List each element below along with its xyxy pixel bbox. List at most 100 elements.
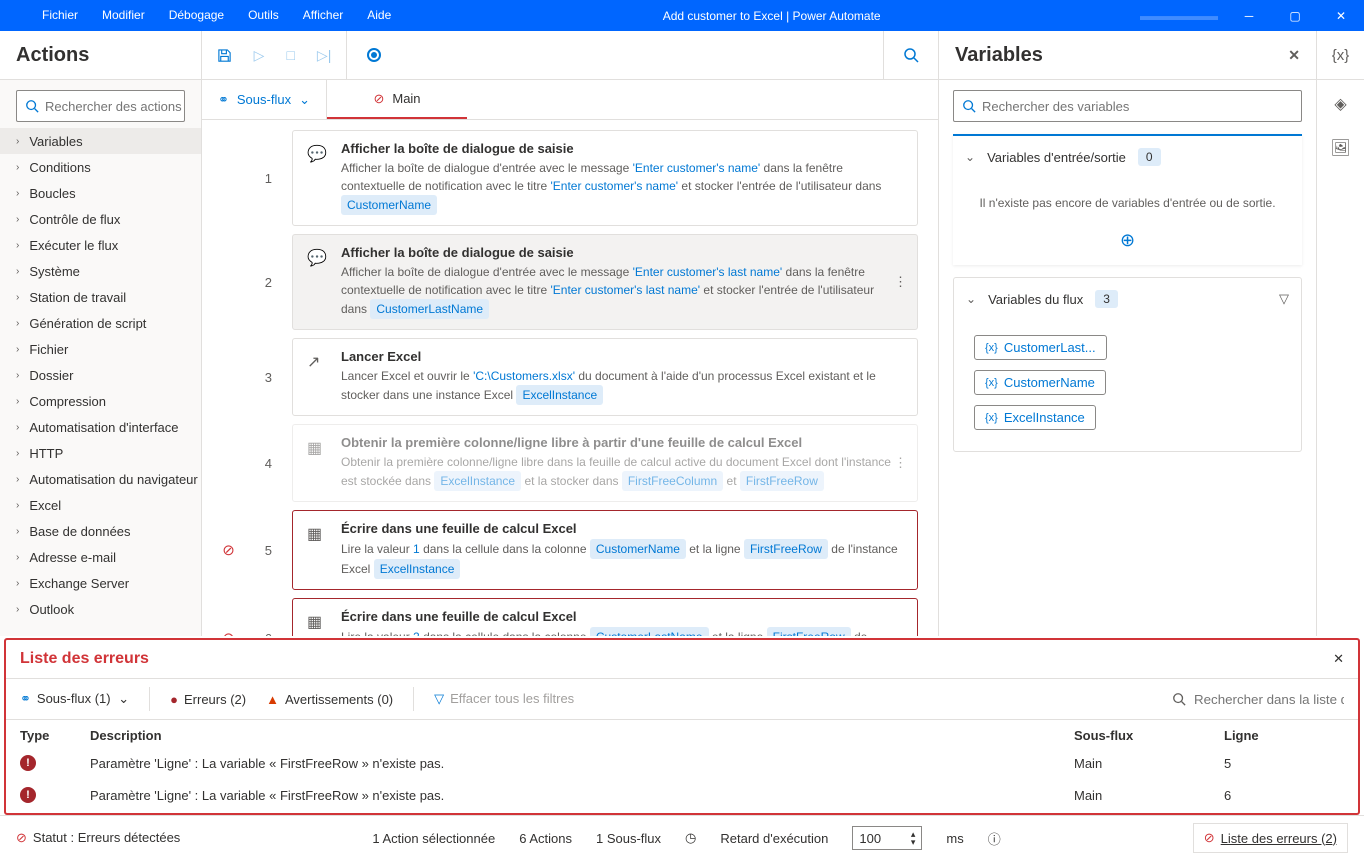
info-icon[interactable]: ⓘ: [988, 829, 1001, 848]
action-category[interactable]: ›HTTP: [0, 440, 201, 466]
action-category[interactable]: ›Génération de script: [0, 310, 201, 336]
close-errors-icon[interactable]: ✕: [1333, 651, 1344, 667]
chevron-right-icon: ›: [16, 448, 19, 459]
step-type-icon: ▦: [307, 521, 327, 579]
chevron-right-icon: ›: [16, 266, 19, 277]
col-line: Ligne: [1224, 728, 1344, 743]
subflows-label: Sous-flux: [237, 92, 291, 107]
actions-search-input[interactable]: [45, 99, 202, 114]
action-category[interactable]: ›Exécuter le flux: [0, 232, 201, 258]
main-menu: FichierModifierDébogageOutilsAfficherAid…: [0, 0, 403, 31]
subflows-filter[interactable]: ⚭Sous-flux (1) ⌄: [20, 691, 129, 707]
flow-step[interactable]: ▦Écrire dans une feuille de calcul Excel…: [292, 598, 918, 636]
more-icon[interactable]: ⋮: [894, 274, 907, 290]
chevron-right-icon: ›: [16, 240, 19, 251]
flow-step[interactable]: 💬Afficher la boîte de dialogue de saisie…: [292, 234, 918, 330]
error-search-input[interactable]: [1194, 692, 1344, 707]
var-icon: {x}: [985, 377, 998, 389]
layers-icon[interactable]: ◈: [1334, 94, 1346, 114]
flow-step[interactable]: ↗Lancer ExcelLancer Excel et ouvrir le '…: [292, 338, 918, 416]
io-variables-section: ⌄ Variables d'entrée/sortie 0 Il n'exist…: [953, 134, 1302, 265]
minimize-button[interactable]: ─: [1226, 0, 1272, 31]
col-description: Description: [90, 728, 1074, 743]
action-category[interactable]: ›Exchange Server: [0, 570, 201, 596]
error-list-link[interactable]: ⊘ Liste des erreurs (2): [1193, 823, 1348, 853]
menu-débogage[interactable]: Débogage: [157, 0, 236, 31]
error-row[interactable]: !Paramètre 'Ligne' : La variable « First…: [6, 779, 1358, 811]
action-category[interactable]: ›Système: [0, 258, 201, 284]
rail-vars-icon[interactable]: {x}: [1316, 31, 1364, 79]
flow-step[interactable]: 💬Afficher la boîte de dialogue de saisie…: [292, 130, 918, 226]
search-icon: [25, 99, 39, 113]
run-controls: ▷ □ ▷|: [202, 31, 347, 79]
search-icon: [1172, 692, 1186, 706]
step-number: 2: [265, 275, 272, 290]
close-button[interactable]: ✕: [1318, 0, 1364, 31]
action-category[interactable]: ›Fichier: [0, 336, 201, 362]
chevron-right-icon: ›: [16, 552, 19, 563]
flow-step[interactable]: ▦Écrire dans une feuille de calcul Excel…: [292, 510, 918, 590]
save-icon[interactable]: [217, 48, 232, 63]
chevron-right-icon: ›: [16, 396, 19, 407]
play-icon[interactable]: ▷: [254, 47, 265, 64]
step-description: Afficher la boîte de dialogue d'entrée a…: [341, 263, 903, 319]
tab-main[interactable]: ⊘ Main: [327, 80, 467, 119]
close-variables-icon[interactable]: ✕: [1288, 47, 1300, 64]
menu-afficher[interactable]: Afficher: [291, 0, 355, 31]
io-vars-title: Variables d'entrée/sortie: [987, 150, 1126, 165]
error-row[interactable]: !Paramètre 'Ligne' : La variable « First…: [6, 747, 1358, 779]
variable-chip[interactable]: {x}ExcelInstance: [974, 405, 1096, 430]
error-search[interactable]: [1172, 692, 1344, 707]
filter-icon[interactable]: ▽: [1279, 291, 1289, 307]
action-category[interactable]: ›Station de travail: [0, 284, 201, 310]
action-category[interactable]: ›Contrôle de flux: [0, 206, 201, 232]
variable-chip[interactable]: {x}CustomerLast...: [974, 335, 1107, 360]
actions-search[interactable]: [16, 90, 185, 122]
action-category[interactable]: ›Base de données: [0, 518, 201, 544]
action-category[interactable]: ›Conditions: [0, 154, 201, 180]
flow-step[interactable]: ▦Obtenir la première colonne/ligne libre…: [292, 424, 918, 502]
images-icon[interactable]: 🖼: [1330, 138, 1350, 158]
action-category[interactable]: ›Automatisation du navigateur: [0, 466, 201, 492]
menu-fichier[interactable]: Fichier: [30, 0, 90, 31]
clear-filters-button[interactable]: ▽Effacer tous les filtres: [434, 691, 574, 707]
error-icon: !: [20, 755, 36, 771]
action-category[interactable]: ›Adresse e-mail: [0, 544, 201, 570]
action-category[interactable]: ›Dossier: [0, 362, 201, 388]
stop-icon[interactable]: □: [286, 47, 294, 63]
step-icon[interactable]: ▷|: [317, 47, 331, 64]
menu-modifier[interactable]: Modifier: [90, 0, 157, 31]
action-category[interactable]: ›Variables: [0, 128, 201, 154]
maximize-button[interactable]: ▢: [1272, 0, 1318, 31]
main-area: ›Variables›Conditions›Boucles›Contrôle d…: [0, 80, 1364, 636]
actions-panel: ›Variables›Conditions›Boucles›Contrôle d…: [0, 80, 202, 636]
flow-steps: 1 💬Afficher la boîte de dialogue de saisi…: [202, 120, 938, 636]
step-number: 4: [265, 456, 272, 471]
action-category[interactable]: ›Automatisation d'interface: [0, 414, 201, 440]
flow-vars-count: 3: [1095, 290, 1118, 308]
warnings-filter[interactable]: ▲Avertissements (0): [266, 692, 393, 707]
flow-vars-header[interactable]: ⌄ Variables du flux 3 ▽: [954, 278, 1301, 320]
step-number: 1: [265, 171, 272, 186]
menu-aide[interactable]: Aide: [355, 0, 403, 31]
add-io-var-button[interactable]: ⊕: [953, 224, 1302, 265]
variable-chip[interactable]: {x}CustomerName: [974, 370, 1106, 395]
action-category[interactable]: ›Excel: [0, 492, 201, 518]
error-icon: ⊘: [1204, 830, 1215, 846]
error-icon: ⊘: [222, 541, 235, 559]
chevron-right-icon: ›: [16, 318, 19, 329]
action-category[interactable]: ›Boucles: [0, 180, 201, 206]
variables-search-input[interactable]: [982, 99, 1293, 114]
delay-input[interactable]: 100▴▾: [852, 826, 922, 850]
menu-outils[interactable]: Outils: [236, 0, 291, 31]
variables-search[interactable]: [953, 90, 1302, 122]
flow-search-button[interactable]: [883, 31, 938, 79]
action-category[interactable]: ›Outlook: [0, 596, 201, 622]
subflows-dropdown[interactable]: ⚭ Sous-flux ⌄: [202, 80, 327, 119]
io-vars-header[interactable]: ⌄ Variables d'entrée/sortie 0: [953, 136, 1302, 178]
more-icon[interactable]: ⋮: [894, 455, 907, 471]
col-subflow: Sous-flux: [1074, 728, 1224, 743]
action-category[interactable]: ›Compression: [0, 388, 201, 414]
errors-filter[interactable]: ●Erreurs (2): [170, 692, 246, 707]
record-icon[interactable]: [367, 48, 381, 62]
